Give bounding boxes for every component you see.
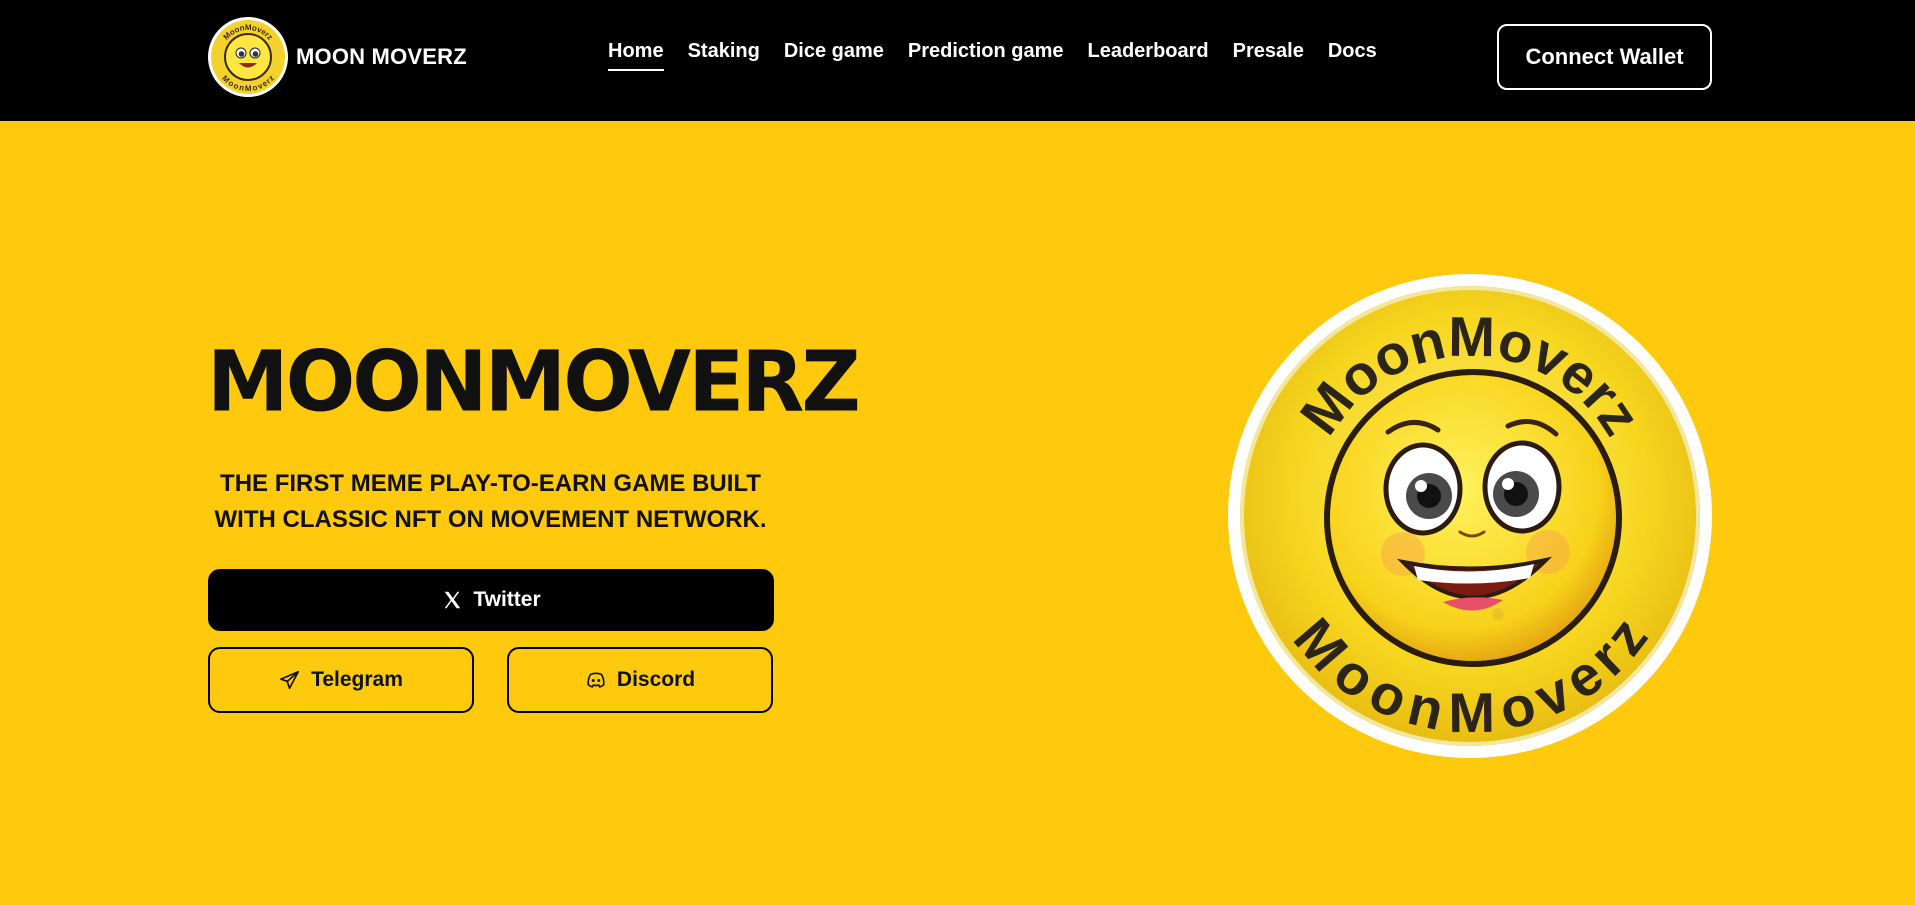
discord-button[interactable]: Discord: [507, 647, 773, 713]
twitter-label: Twitter: [473, 588, 541, 611]
discord-label: Discord: [616, 668, 696, 691]
discord-icon: [587, 672, 605, 688]
top-navigation-bar: MoonMoverz MoonMoverz MOON MOVERZ Home S…: [0, 0, 1915, 121]
moonmoverz-badge-image: MoonMoverz MoonMoverz: [1228, 274, 1712, 758]
telegram-label: Telegram: [311, 668, 403, 691]
hero-title: MOONMOVERZ: [207, 334, 861, 431]
nav-item-staking[interactable]: Staking: [688, 40, 760, 71]
nav-item-leaderboard[interactable]: Leaderboard: [1088, 40, 1209, 71]
paper-plane-icon: [280, 670, 300, 690]
hero-tagline: THE FIRST MEME PLAY-TO-EARN GAME BUILT W…: [214, 470, 767, 533]
moon-face-logo-icon: MoonMoverz MoonMoverz: [208, 17, 288, 97]
telegram-button[interactable]: Telegram: [208, 647, 474, 713]
brand-name: MOON MOVERZ: [296, 44, 467, 69]
brand[interactable]: MoonMoverz MoonMoverz MOON MOVERZ: [207, 16, 467, 98]
nav-item-presale[interactable]: Presale: [1233, 40, 1304, 71]
nav-item-home[interactable]: Home: [608, 40, 664, 71]
nav-item-dice-game[interactable]: Dice game: [784, 40, 884, 71]
moon-face-icon: [1324, 369, 1622, 667]
nav-item-docs[interactable]: Docs: [1328, 40, 1377, 71]
main-nav: Home Staking Dice game Prediction game L…: [608, 40, 1377, 71]
twitter-button[interactable]: Twitter: [208, 569, 774, 631]
nav-item-prediction-game[interactable]: Prediction game: [908, 40, 1064, 71]
connect-wallet-button[interactable]: Connect Wallet: [1497, 24, 1712, 90]
x-logo-icon: [445, 591, 461, 609]
